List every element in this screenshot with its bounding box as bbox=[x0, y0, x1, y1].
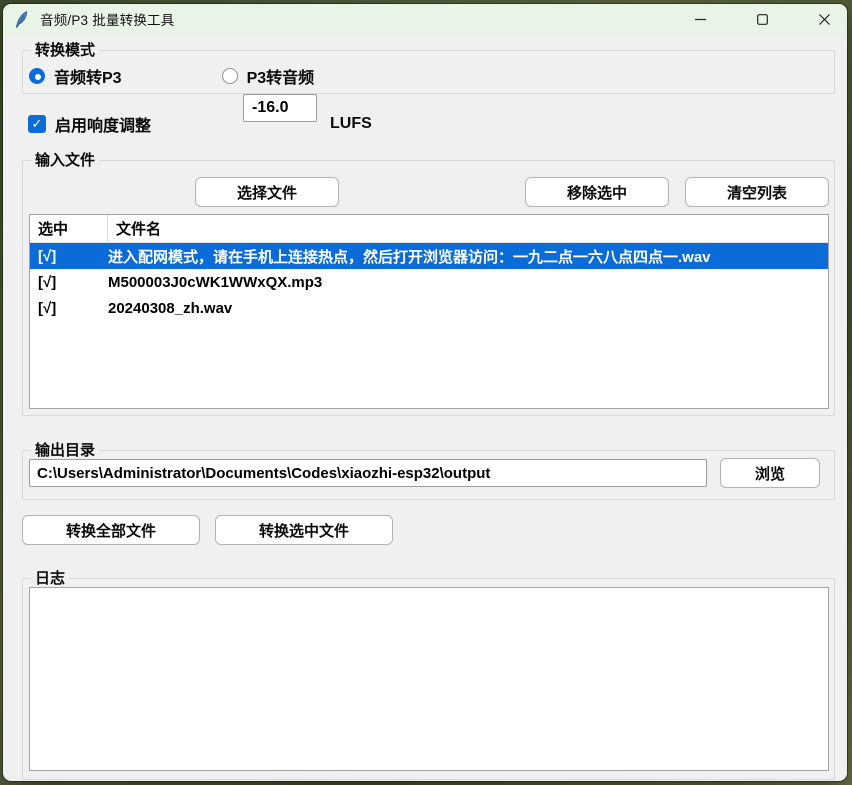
table-row[interactable]: [√]20240308_zh.wav bbox=[30, 295, 828, 321]
radio-label: 音频转P3 bbox=[54, 64, 122, 88]
row-filename-cell[interactable]: M500003J0cWK1WWxQX.mp3 bbox=[108, 274, 828, 291]
row-filename-cell[interactable]: 进入配网模式，请在手机上连接热点，然后打开浏览器访问：一九二点一六八点四点一.w… bbox=[108, 246, 828, 267]
app-icon bbox=[15, 11, 30, 28]
close-button[interactable] bbox=[801, 4, 847, 34]
clear-list-button[interactable]: 清空列表 bbox=[685, 177, 829, 207]
file-table: 选中 文件名 [√]进入配网模式，请在手机上连接热点，然后打开浏览器访问：一九二… bbox=[29, 214, 829, 409]
table-row[interactable]: [√]M500003J0cWK1WWxQX.mp3 bbox=[30, 269, 828, 295]
radio-audio-to-p3[interactable]: 音频转P3 bbox=[29, 64, 122, 88]
file-table-header: 选中 文件名 bbox=[30, 215, 828, 243]
file-table-body: [√]进入配网模式，请在手机上连接热点，然后打开浏览器访问：一九二点一六八点四点… bbox=[30, 243, 828, 321]
titlebar[interactable]: 音频/P3 批量转换工具 bbox=[3, 4, 847, 34]
output-group-legend: 输出目录 bbox=[31, 441, 99, 460]
maximize-icon bbox=[757, 14, 768, 25]
lufs-unit-label: LUFS bbox=[330, 115, 372, 133]
input-group-frame: 输入文件 选择文件 移除选中 清空列表 选中 文件名 [√]进入配网模式，请在手… bbox=[22, 160, 835, 416]
convert-all-button[interactable]: 转换全部文件 bbox=[22, 515, 200, 545]
loudness-row: ✓ 启用响度调整 LUFS bbox=[28, 108, 151, 140]
maximize-button[interactable] bbox=[739, 4, 785, 34]
loudness-value-input[interactable] bbox=[243, 94, 317, 122]
table-row[interactable]: [√]进入配网模式，请在手机上连接热点，然后打开浏览器访问：一九二点一六八点四点… bbox=[30, 243, 828, 269]
minimize-icon bbox=[695, 14, 706, 25]
row-checked-cell[interactable]: [√] bbox=[30, 300, 108, 317]
minimize-button[interactable] bbox=[677, 4, 723, 34]
log-textarea bbox=[29, 587, 829, 771]
remove-selected-button[interactable]: 移除选中 bbox=[525, 177, 669, 207]
app-window: 音频/P3 批量转换工具 转换模式 音频转P3 P3转音频 bbox=[3, 4, 847, 781]
input-group-legend: 输入文件 bbox=[31, 151, 99, 170]
radio-p3-to-audio[interactable]: P3转音频 bbox=[222, 64, 315, 88]
row-checked-cell[interactable]: [√] bbox=[30, 248, 108, 265]
output-group-frame: 输出目录 浏览 bbox=[22, 450, 835, 500]
radio-label: P3转音频 bbox=[247, 64, 315, 88]
mode-group-legend: 转换模式 bbox=[31, 41, 99, 60]
loudness-checkbox[interactable]: ✓ bbox=[28, 115, 46, 133]
window-title: 音频/P3 批量转换工具 bbox=[40, 9, 174, 29]
row-checked-cell[interactable]: [√] bbox=[30, 274, 108, 291]
radio-circle-icon bbox=[29, 68, 45, 84]
select-files-button[interactable]: 选择文件 bbox=[195, 177, 339, 207]
column-header-checked[interactable]: 选中 bbox=[30, 215, 108, 242]
radio-circle-icon bbox=[222, 68, 238, 84]
browse-button[interactable]: 浏览 bbox=[720, 458, 820, 488]
loudness-label: 启用响度调整 bbox=[55, 112, 151, 136]
convert-selected-button[interactable]: 转换选中文件 bbox=[215, 515, 393, 545]
log-group-frame: 日志 bbox=[22, 578, 835, 780]
column-header-filename[interactable]: 文件名 bbox=[108, 218, 828, 239]
close-icon bbox=[819, 14, 830, 25]
row-filename-cell[interactable]: 20240308_zh.wav bbox=[108, 300, 828, 317]
output-path-input[interactable] bbox=[29, 459, 707, 487]
mode-group-frame: 转换模式 音频转P3 P3转音频 bbox=[22, 50, 835, 94]
log-group-legend: 日志 bbox=[31, 569, 69, 588]
